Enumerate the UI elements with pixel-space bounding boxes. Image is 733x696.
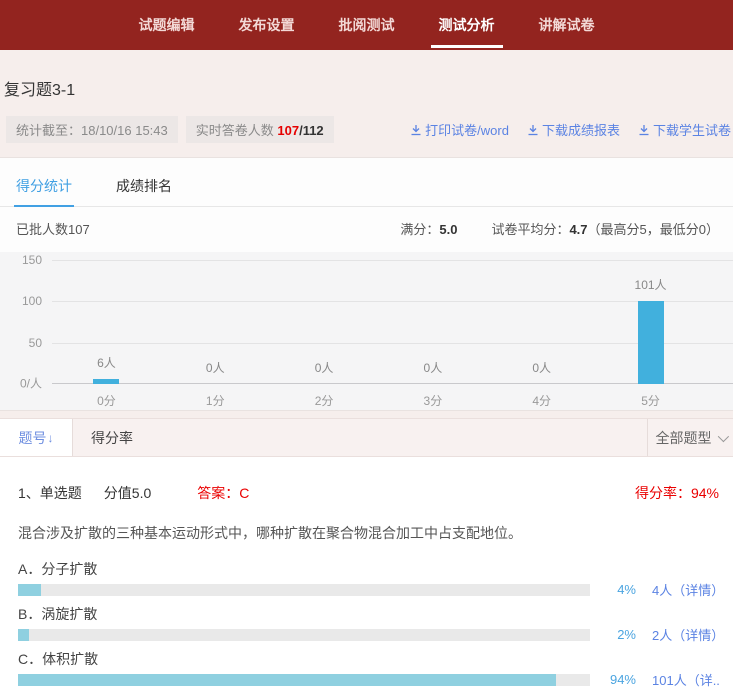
page-title: 复习题3-1: [2, 50, 733, 100]
download-report-label: 下载成绩报表: [542, 120, 620, 139]
download-links: 打印试卷/word 下载成绩报表 下载学生试卷: [410, 120, 733, 139]
tab-score-statistics[interactable]: 得分统计: [16, 176, 72, 206]
sort-by-question-number[interactable]: 题号 ↓: [0, 419, 73, 456]
chevron-down-icon: [717, 430, 728, 441]
download-student-papers-label: 下载学生试卷: [653, 120, 731, 139]
bar-value-label: 101人: [635, 276, 667, 293]
chart-columns: 6人 0人 0人 0人 0人 101人: [52, 260, 705, 384]
score-rate-header: 得分率: [73, 419, 133, 456]
stats-row: 统计截至：18/10/16 15:43 实时答卷人数 107/112 打印试卷/…: [6, 116, 733, 143]
nav-tab-review[interactable]: 批阅测试: [335, 0, 399, 50]
download-icon: [638, 124, 650, 136]
average-score: 试卷平均分：4.7（最高分5，最低分0）: [491, 219, 719, 238]
nav-tab-publish[interactable]: 发布设置: [235, 0, 299, 50]
stat-deadline: 统计截至：18/10/16 15:43: [6, 116, 178, 143]
sort-desc-icon: ↓: [48, 431, 54, 445]
y-tick-0: 0/人: [20, 375, 42, 392]
bar-0分[interactable]: [93, 379, 119, 384]
print-paper-link[interactable]: 打印试卷/word: [410, 120, 509, 139]
top-navigation: 试题编辑 发布设置 批阅测试 测试分析 讲解试卷: [0, 0, 733, 50]
chart-column: 101人: [596, 260, 705, 384]
tab-score-ranking[interactable]: 成绩排名: [116, 176, 172, 206]
option-bar-fill: [18, 584, 41, 596]
question-type-dropdown[interactable]: 全部题型: [647, 419, 733, 456]
bar-value-label: 0人: [532, 359, 551, 376]
question-answer: 答案：C: [197, 483, 249, 503]
x-tick: 5分: [596, 392, 705, 409]
nav-tab-edit[interactable]: 试题编辑: [135, 0, 199, 50]
question-text: 混合涉及扩散的三种基本运动形式中，哪种扩散在聚合物混合加工中占支配地位。: [18, 523, 719, 543]
option-bar-track: [18, 674, 590, 686]
option-label: A．分子扩散: [18, 559, 719, 579]
option-detail-link[interactable]: 101人（详...: [652, 670, 719, 689]
x-tick: 3分: [378, 392, 487, 409]
option-label: C．体积扩散: [18, 649, 719, 669]
answered-label: 实时答卷人数: [196, 123, 278, 138]
x-tick: 4分: [487, 392, 596, 409]
option-bar-track: [18, 584, 590, 596]
y-tick-50: 50: [29, 336, 42, 350]
chart-column: 0人: [487, 260, 596, 384]
analysis-tabs: 得分统计 成绩排名: [0, 158, 733, 207]
graded-count: 已批人数107: [16, 219, 90, 238]
nav-tab-explain[interactable]: 讲解试卷: [535, 0, 599, 50]
bar-value-label: 0人: [424, 359, 443, 376]
option-bar-track: [18, 629, 590, 641]
option-bar-fill: [18, 629, 29, 641]
option-detail-link[interactable]: 4人（详情）: [652, 580, 719, 599]
question-header: 1、单选题 分值5.0 答案：C 得分率：94%: [18, 483, 719, 503]
chart-plot-area: 150 100 50 0/人 6人 0人 0人 0人 0人 101人: [52, 260, 733, 384]
option-row-c: C．体积扩散 94% 101人（详...: [18, 649, 719, 686]
bar-value-label: 0人: [315, 359, 334, 376]
question-score-rate: 得分率：94%: [635, 483, 719, 503]
x-tick: 1分: [161, 392, 270, 409]
option-label: B．涡旋扩散: [18, 604, 719, 624]
summary-row: 已批人数107 满分：5.0 试卷平均分：4.7（最高分5，最低分0）: [0, 207, 733, 248]
bar-value-label: 6人: [97, 354, 116, 371]
x-axis-labels: 0分 1分 2分 3分 4分 5分: [52, 392, 705, 409]
stat-answered: 实时答卷人数 107/112: [186, 116, 334, 143]
chart-column: 0人: [161, 260, 270, 384]
score-distribution-chart: 150 100 50 0/人 6人 0人 0人 0人 0人 101人 0分 1分…: [0, 252, 733, 410]
answered-total: /112: [299, 123, 324, 138]
option-percent: 94%: [590, 672, 636, 687]
bar-5分[interactable]: [638, 301, 664, 384]
question-detail: 1、单选题 分值5.0 答案：C 得分率：94% 混合涉及扩散的三种基本运动形式…: [0, 457, 733, 696]
download-icon: [527, 124, 539, 136]
nav-tab-analysis[interactable]: 测试分析: [435, 0, 499, 50]
y-tick-100: 100: [22, 294, 42, 308]
download-student-papers-link[interactable]: 下载学生试卷: [638, 120, 731, 139]
x-tick: 2分: [270, 392, 379, 409]
analysis-card: 得分统计 成绩排名 已批人数107 满分：5.0 试卷平均分：4.7（最高分5，…: [0, 157, 733, 411]
bar-value-label: 0人: [206, 359, 225, 376]
x-tick: 0分: [52, 392, 161, 409]
full-score: 满分：5.0: [400, 219, 457, 238]
options-list: A．分子扩散 4% 4人（详情） B．涡旋扩散 2% 2人（详情） C．体积扩散…: [18, 559, 719, 696]
answered-count: 107: [277, 123, 299, 138]
download-report-link[interactable]: 下载成绩报表: [527, 120, 620, 139]
download-icon: [410, 124, 422, 136]
y-tick-150: 150: [22, 253, 42, 267]
question-score: 分值5.0: [104, 483, 151, 503]
chart-column: 0人: [270, 260, 379, 384]
option-detail-link[interactable]: 2人（详情）: [652, 625, 719, 644]
option-percent: 2%: [590, 627, 636, 642]
chart-column: 0人: [378, 260, 487, 384]
sort-label: 题号: [19, 428, 47, 448]
print-paper-label: 打印试卷/word: [425, 120, 509, 139]
option-percent: 4%: [590, 582, 636, 597]
option-row-a: A．分子扩散 4% 4人（详情）: [18, 559, 719, 596]
question-filter-row: 题号 ↓ 得分率 全部题型: [0, 418, 733, 457]
chart-column: 6人: [52, 260, 161, 384]
header-band: 复习题3-1 统计截至：18/10/16 15:43 实时答卷人数 107/11…: [0, 50, 733, 143]
option-bar-fill: [18, 674, 556, 686]
question-type-value: 全部题型: [656, 428, 712, 448]
question-number-type: 1、单选题: [18, 483, 82, 503]
option-row-b: B．涡旋扩散 2% 2人（详情）: [18, 604, 719, 641]
